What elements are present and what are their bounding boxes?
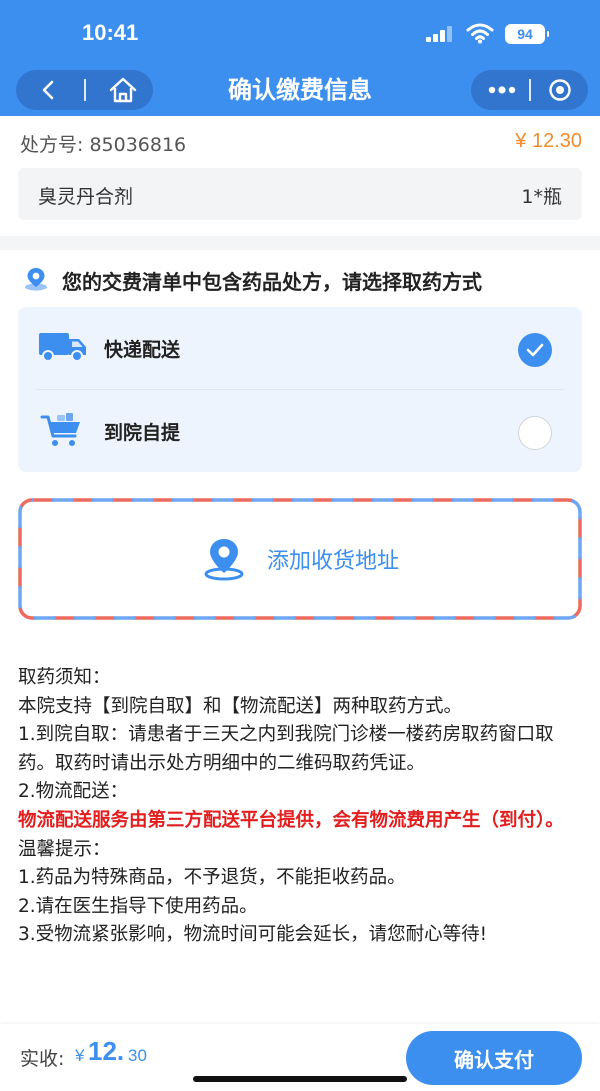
prescription-price: ¥ 12.30 [515, 130, 582, 152]
add-address-label: 添加收货地址 [266, 549, 399, 574]
wifi-icon [466, 23, 494, 44]
instructions-item-1: 1.到院自取：请患者于三天之内到我院门诊楼一楼药房取药窗口取药。取药时请出示处方… [18, 724, 554, 774]
section-divider [0, 236, 600, 250]
location-pin-icon [204, 539, 244, 581]
location-pin-icon [25, 268, 47, 291]
radio-unselected[interactable] [518, 416, 552, 450]
close-miniapp-button[interactable] [535, 70, 585, 110]
truck-icon [39, 333, 86, 362]
instructions-item-2: 2.物流配送： [18, 781, 129, 803]
shipping-fee-warning: 物流配送服务由第三方配送平台提供，会有物流费用产生（到付）。 [18, 809, 564, 831]
more-button[interactable] [477, 70, 527, 110]
pickup-notice-text: 您的交费清单中包含药品处方，请选择取药方式 [62, 270, 482, 294]
pickup-instructions: 取药须知： 本院支持【到院自取】和【物流配送】两种取药方式。 1.到院自取：请患… [18, 664, 584, 950]
option-hospital-pickup[interactable]: 到院自提 [18, 390, 582, 472]
target-circle-icon [549, 79, 571, 101]
prescription-header: 处方号: 85036816 ¥ 12.30 [20, 130, 582, 160]
app-header: 10:41 94 确认缴费信息 [0, 0, 600, 116]
capsule-divider [529, 79, 531, 101]
add-address-content: 添加收货地址 [18, 498, 582, 620]
add-address-button[interactable]: 添加收货地址 [18, 498, 582, 620]
status-bar: 10:41 94 [0, 0, 600, 64]
more-dots-icon [488, 86, 516, 94]
home-indicator [193, 1076, 407, 1082]
prescription-number: 处方号: 85036816 [20, 134, 187, 156]
confirm-payment-button[interactable]: 确认支付 [406, 1031, 582, 1085]
drug-quantity: 1*瓶 [521, 186, 562, 208]
cellular-signal-icon [426, 26, 454, 42]
instructions-intro: 本院支持【到院自取】和【物流配送】两种取药方式。 [18, 695, 463, 717]
tip-3: 3.受物流紧张影响，物流时间可能会延长，请您耐心等待! [18, 924, 488, 946]
tip-2: 2.请在医生指导下使用药品。 [18, 895, 258, 917]
tips-title: 温馨提示： [18, 838, 111, 860]
option-label: 快递配送 [104, 339, 181, 361]
delivery-options: 快递配送 到院自提 [18, 307, 582, 472]
total-amount: 12. [88, 1036, 125, 1066]
pickup-notice: 您的交费清单中包含药品处方，请选择取药方式 [22, 264, 582, 294]
status-time: 10:41 [82, 20, 139, 45]
tip-1: 1.药品为特殊商品，不予退货，不能拒收药品。 [18, 867, 406, 889]
nav-right-capsule [471, 70, 588, 110]
drug-item: 臭灵丹合剂 1*瓶 [18, 168, 582, 220]
drug-name: 臭灵丹合剂 [38, 186, 134, 208]
total-label: 实收: [20, 1048, 65, 1070]
cart-icon [40, 413, 80, 446]
radio-selected[interactable] [518, 333, 552, 367]
checkmark-icon [526, 343, 544, 357]
total-currency: ¥ [75, 1046, 85, 1065]
total-decimal: 30 [128, 1046, 147, 1065]
option-label: 到院自提 [104, 422, 181, 444]
battery-indicator: 94 [505, 24, 549, 44]
instructions-title: 取药须知： [18, 667, 111, 688]
option-express-delivery[interactable]: 快递配送 [18, 307, 582, 389]
